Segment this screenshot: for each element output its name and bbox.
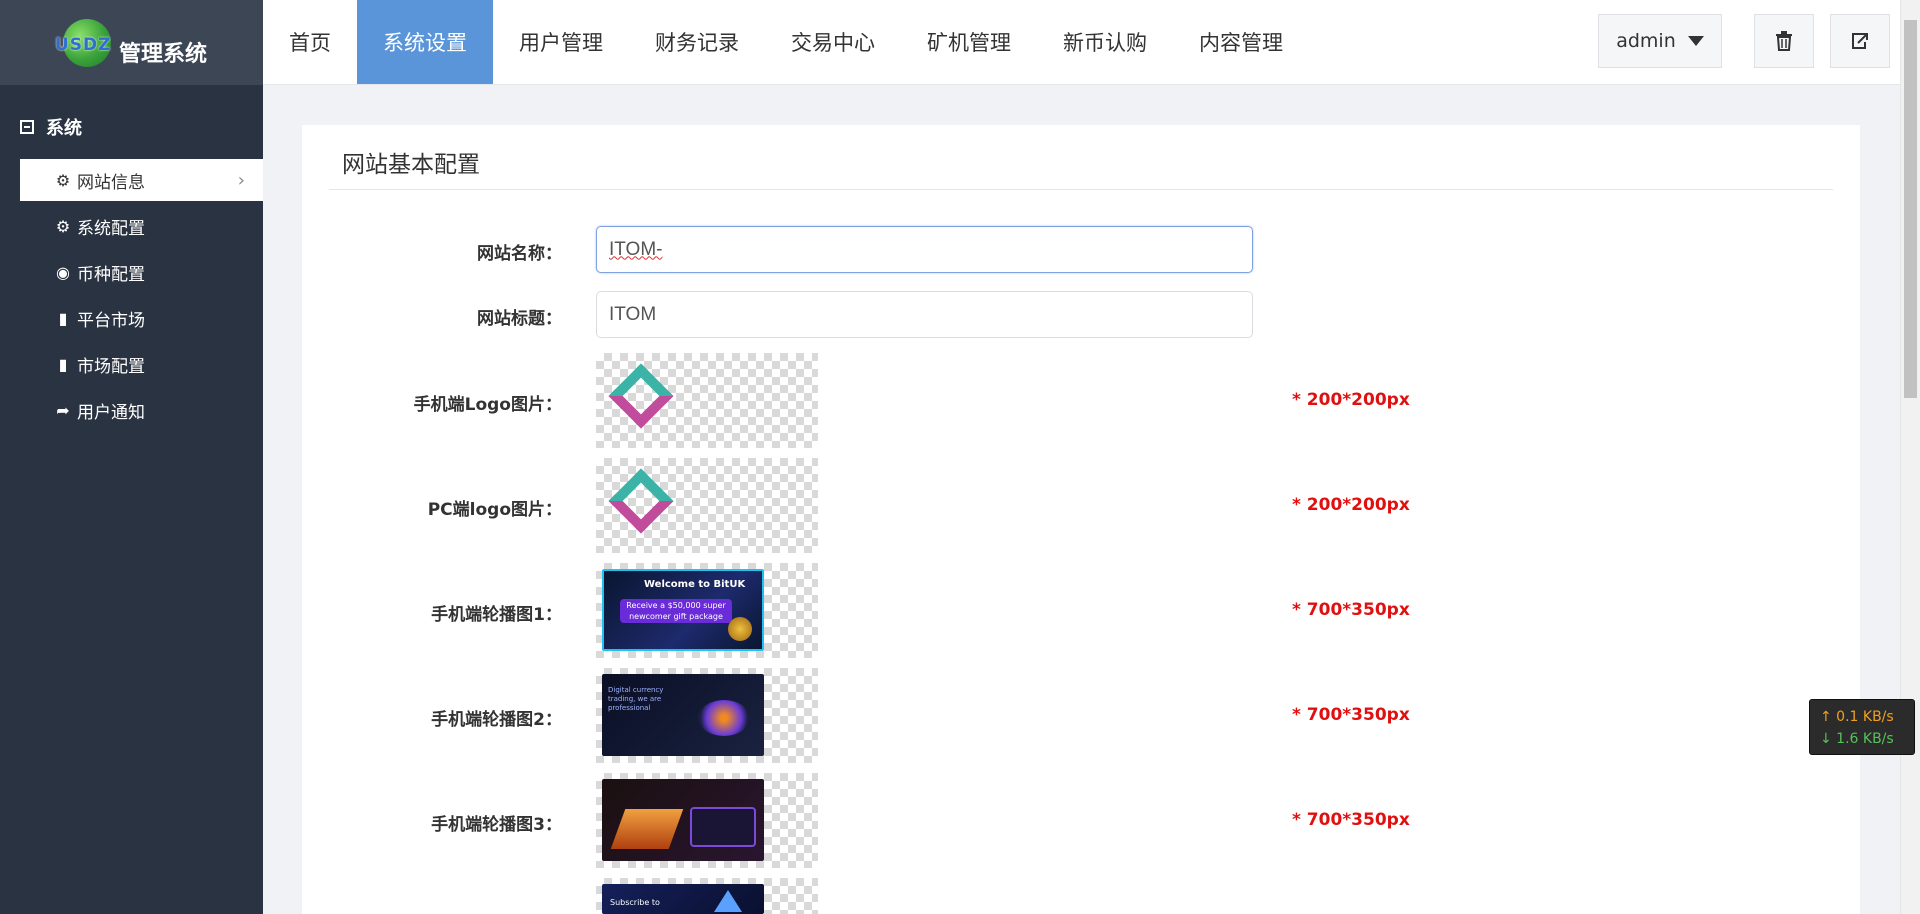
header-actions: admin [1598, 14, 1890, 68]
site-title-value: ITOM [609, 303, 657, 325]
sidebar-item-currency-config[interactable]: ◉ 币种配置 [20, 251, 263, 293]
sidebar: USDZ 管理系统 系统 ⚙ 网站信息 › ⚙ 系统配置 ◉ 币种配置 ▮ 平台… [0, 0, 263, 914]
gear-icon: ⚙ [55, 170, 71, 190]
mobile-logo-size-hint: * 200*200px [1292, 390, 1410, 410]
sidebar-item-user-notice[interactable]: ➦ 用户通知 [20, 389, 263, 431]
sidebar-section-label: 系统 [46, 118, 82, 139]
tab-miner-management[interactable]: 矿机管理 [901, 0, 1037, 84]
brand-logo[interactable]: USDZ 管理系统 [0, 0, 263, 85]
triangle-graphic [714, 890, 742, 912]
mobile-logo-upload[interactable] [596, 353, 818, 448]
carousel3-size-hint: * 700*350px [1292, 810, 1410, 830]
site-name-value: ITOM- [609, 238, 663, 260]
tab-user-management[interactable]: 用户管理 [493, 0, 629, 84]
target-icon: ◉ [56, 262, 70, 282]
username: admin [1616, 30, 1676, 52]
carousel1-size-hint: * 700*350px [1292, 600, 1410, 620]
sidebar-item-system-config[interactable]: ⚙ 系统配置 [20, 205, 263, 247]
sidebar-item-label: 币种配置 [77, 264, 145, 285]
logo-image [608, 468, 674, 534]
sidebar-item-site-info[interactable]: ⚙ 网站信息 › [20, 159, 263, 201]
top-navbar: 首页 系统设置 用户管理 财务记录 交易中心 矿机管理 新币认购 内容管理 ad… [263, 0, 1900, 85]
carousel3-upload[interactable] [596, 773, 818, 868]
carousel1-upload[interactable]: Welcome to BitUK Receive a $50,000 super… [596, 563, 818, 658]
sidebar-list: ⚙ 网站信息 › ⚙ 系统配置 ◉ 币种配置 ▮ 平台市场 ▮ 市场配置 ➦ 用… [0, 159, 263, 431]
tab-trading-center[interactable]: 交易中心 [765, 0, 901, 84]
coin-graphic [728, 617, 752, 641]
site-name-input[interactable]: ITOM- [596, 226, 1253, 273]
carousel1-label: 手机端轮播图1： [431, 605, 562, 625]
logo-usdz-text: USDZ [55, 34, 112, 55]
tab-content-management[interactable]: 内容管理 [1173, 0, 1309, 84]
export-icon [1852, 33, 1868, 49]
bar-chart-icon: ▮ [58, 308, 68, 328]
pc-logo-size-hint: * 200*200px [1292, 495, 1410, 515]
tab-system-settings[interactable]: 系统设置 [357, 0, 493, 84]
scrollbar-thumb[interactable] [1904, 20, 1917, 398]
chevron-right-icon: › [237, 169, 245, 191]
carousel2-image: Digital currency trading, we are profess… [602, 674, 764, 756]
banner-text: Digital currency trading, we are profess… [608, 686, 664, 712]
banner-text: Receive a $50,000 super newcomer gift pa… [620, 599, 732, 623]
share-icon: ➦ [56, 400, 70, 420]
user-menu-button[interactable]: admin [1598, 14, 1722, 68]
logout-button[interactable] [1830, 14, 1890, 68]
sidebar-section-system[interactable]: 系统 [0, 107, 263, 147]
logo-image [608, 363, 674, 429]
collapse-icon [20, 120, 34, 134]
clear-cache-button[interactable] [1754, 14, 1814, 68]
caret-down-icon [1687, 36, 1704, 46]
site-title-input[interactable]: ITOM [596, 291, 1253, 338]
coin-graphic [698, 700, 750, 736]
sidebar-item-label: 系统配置 [77, 218, 145, 239]
sidebar-item-label: 网站信息 [77, 172, 145, 193]
tab-home[interactable]: 首页 [263, 0, 357, 84]
carousel3-image [602, 779, 764, 861]
sidebar-item-label: 平台市场 [77, 310, 145, 331]
carousel4-upload[interactable]: Subscribe to [596, 878, 818, 914]
brand-title: 管理系统 [119, 41, 208, 67]
mobile-logo-label: 手机端Logo图片： [413, 395, 562, 415]
trash-icon [1776, 31, 1792, 51]
banner-title: Welcome to BitUK [644, 579, 746, 590]
chip-graphic [610, 809, 684, 849]
banner-text: Subscribe to [610, 898, 660, 907]
divider [329, 189, 1833, 190]
network-speed-widget: ↑ 0.1 KB/s ↓ 1.6 KB/s [1809, 699, 1915, 755]
config-panel: 网站基本配置 网站名称： ITOM- 网站标题： ITOM 手机端Logo图片：… [302, 125, 1860, 914]
sidebar-item-platform-market[interactable]: ▮ 平台市场 [20, 297, 263, 339]
gear-icon: ⚙ [55, 216, 71, 236]
globe-logo-icon: USDZ [55, 13, 117, 73]
pc-logo-label: PC端logo图片： [427, 500, 562, 520]
panel-title: 网站基本配置 [342, 152, 480, 178]
sidebar-item-label: 市场配置 [77, 356, 145, 377]
download-speed: ↓ 1.6 KB/s [1820, 731, 1894, 747]
carousel2-upload[interactable]: Digital currency trading, we are profess… [596, 668, 818, 763]
tab-finance-records[interactable]: 财务记录 [629, 0, 765, 84]
upload-speed: ↑ 0.1 KB/s [1820, 709, 1894, 725]
carousel4-image: Subscribe to [602, 884, 764, 914]
sidebar-item-market-config[interactable]: ▮ 市场配置 [20, 343, 263, 385]
sidebar-item-label: 用户通知 [77, 402, 145, 423]
carousel2-label: 手机端轮播图2： [431, 710, 562, 730]
card-graphic [690, 807, 756, 847]
site-title-label: 网站标题： [477, 309, 562, 329]
page-scrollbar[interactable] [1900, 0, 1920, 914]
site-name-label: 网站名称： [477, 244, 562, 264]
bar-chart-icon: ▮ [58, 354, 68, 374]
carousel1-image: Welcome to BitUK Receive a $50,000 super… [602, 569, 764, 651]
tab-new-coin-subscription[interactable]: 新币认购 [1037, 0, 1173, 84]
carousel2-size-hint: * 700*350px [1292, 705, 1410, 725]
carousel3-label: 手机端轮播图3： [431, 815, 562, 835]
pc-logo-upload[interactable] [596, 458, 818, 553]
